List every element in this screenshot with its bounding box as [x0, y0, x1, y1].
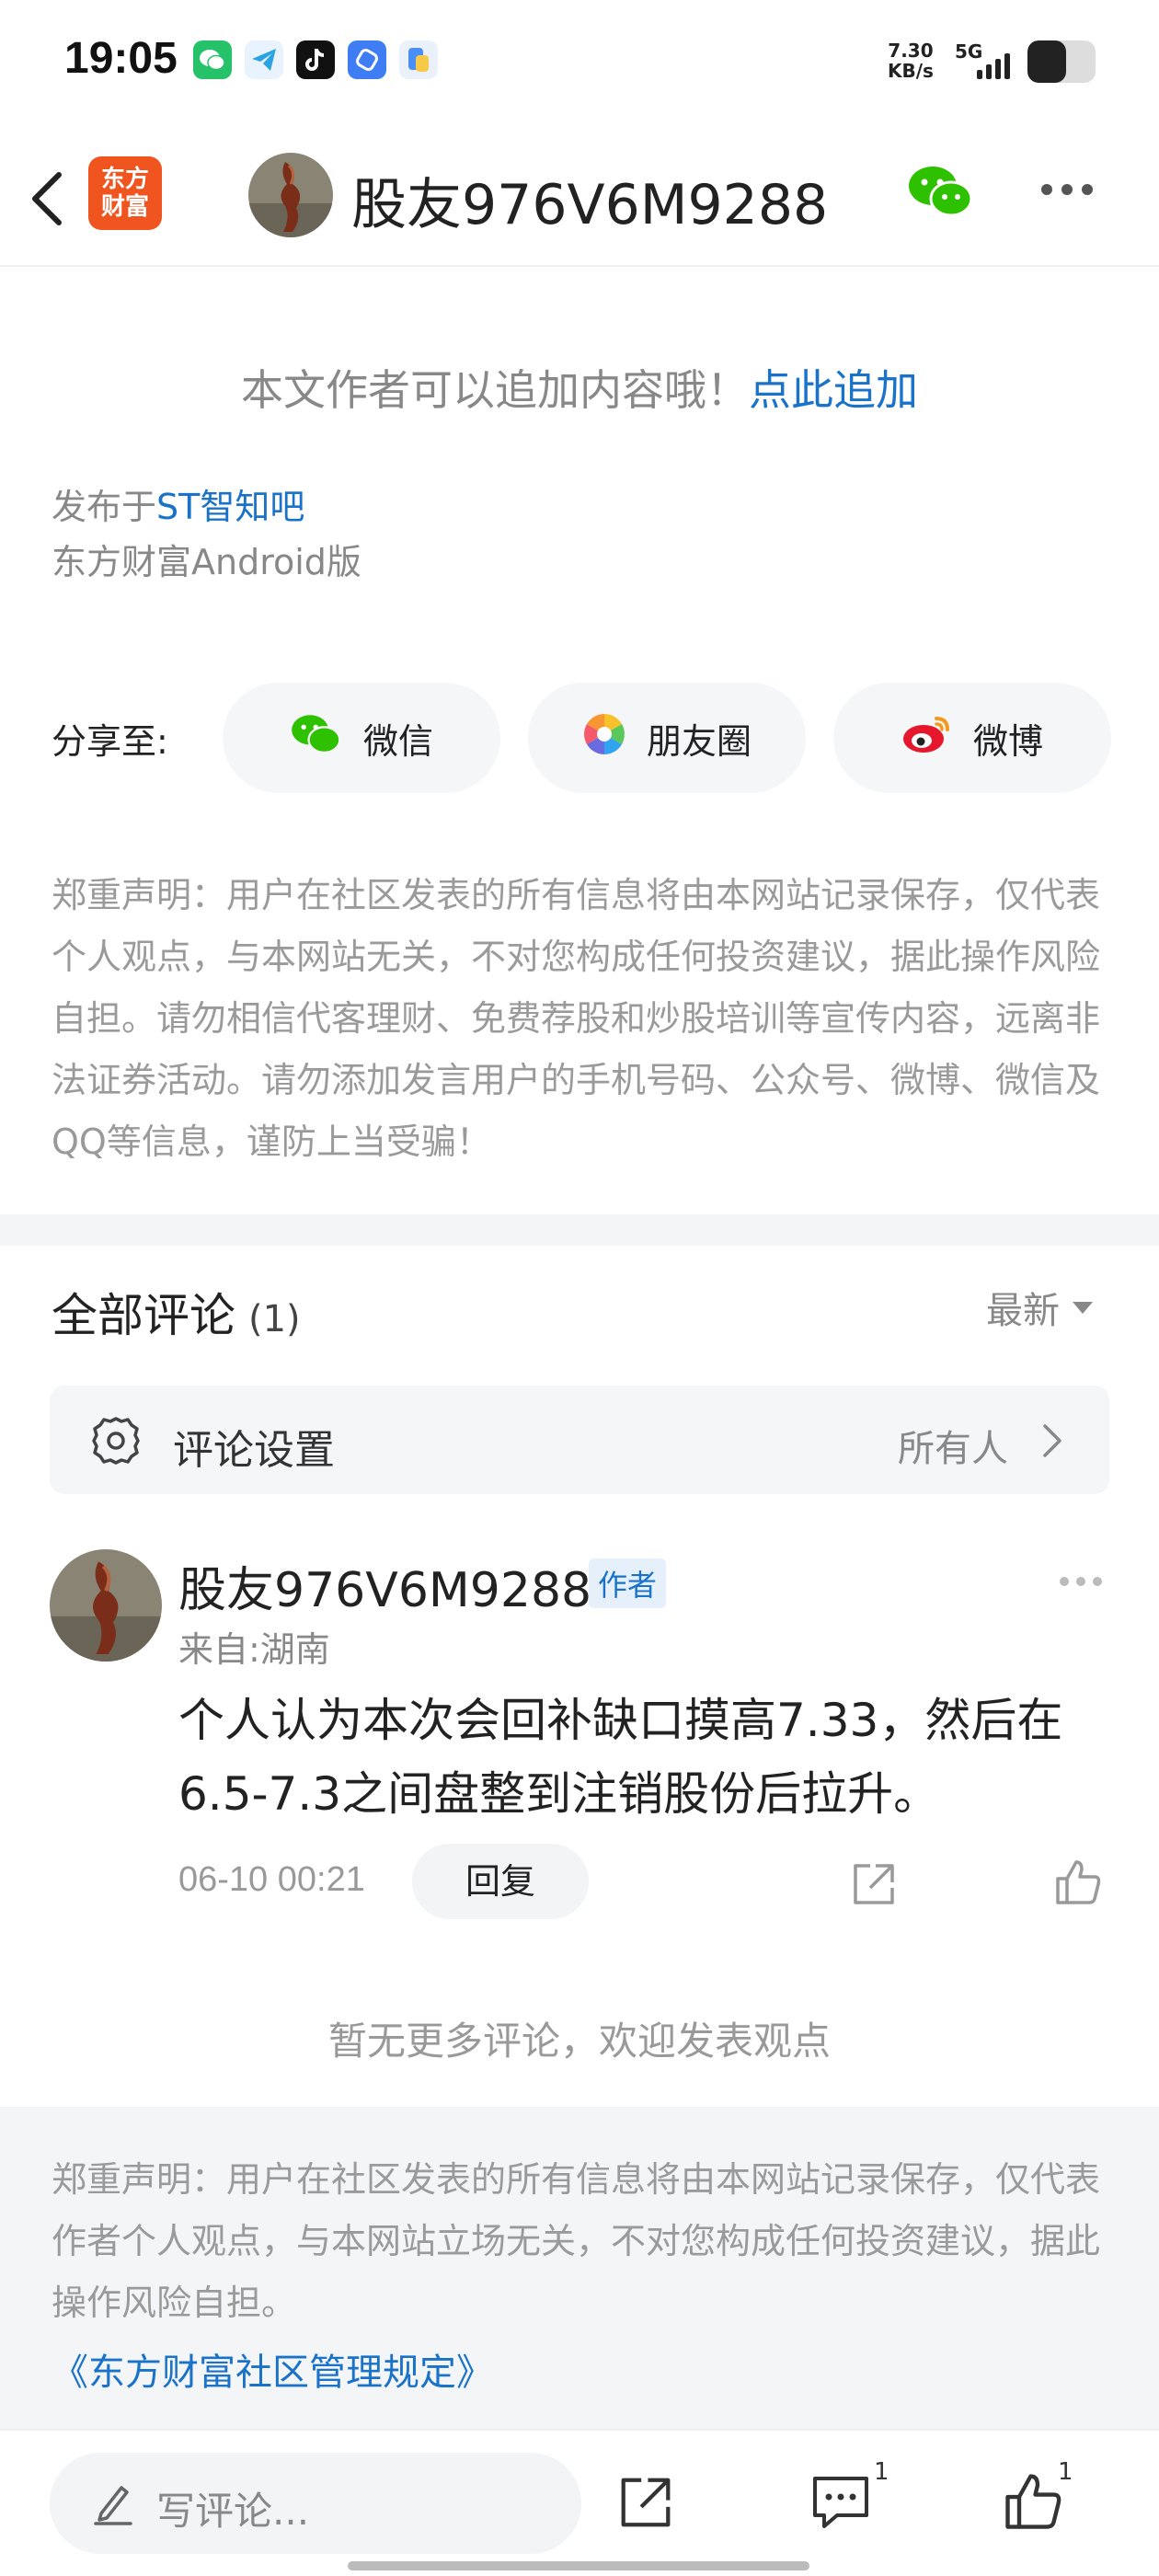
browser-icon	[348, 40, 386, 79]
wechat-icon	[193, 40, 232, 79]
home-indicator[interactable]	[348, 2561, 809, 2570]
gear-icon	[88, 1413, 143, 1472]
network-speed: 7.30 KB/s	[888, 40, 934, 81]
comment-username[interactable]: 股友976V6M9288	[178, 1551, 591, 1620]
share-label: 分享至:	[52, 721, 168, 762]
more-icon[interactable]	[1041, 184, 1093, 195]
comments-title: 全部评论	[52, 1289, 235, 1342]
comment-avatar[interactable]	[50, 1549, 162, 1662]
tiktok-icon	[296, 40, 335, 79]
reply-button[interactable]: 回复	[412, 1844, 589, 1919]
sort-label: 最新	[986, 1290, 1060, 1332]
comments-header: 全部评论 (1)	[52, 1279, 301, 1345]
disclaimer: 郑重声明：用户在社区发表的所有信息将由本网站记录保存，仅代表个人观点，与本网站无…	[52, 875, 1101, 1162]
published-in: 发布于ST智知吧	[52, 478, 304, 529]
logo-line1: 东方	[100, 166, 149, 193]
like-icon[interactable]	[1052, 1857, 1104, 1912]
comment-input-placeholder: 写评论...	[156, 2489, 310, 2534]
share-icon[interactable]	[614, 2471, 677, 2537]
telegram-icon	[245, 40, 283, 79]
section-divider	[0, 1214, 1159, 1246]
comment-settings-label: 评论设置	[173, 1427, 335, 1474]
share-wechat-button[interactable]: 微信	[223, 683, 500, 793]
signal-icon	[977, 46, 1010, 79]
comment-more-icon[interactable]	[1060, 1577, 1102, 1586]
comment-count-badge: 1	[874, 2458, 889, 2486]
client-info: 东方财富Android版	[52, 542, 361, 582]
share-weibo-label: 微博	[972, 720, 1043, 762]
wechat-icon[interactable]	[907, 164, 975, 223]
sort-dropdown[interactable]: 最新	[986, 1281, 1093, 1334]
append-link[interactable]: 点此追加	[749, 365, 918, 415]
moments-icon	[582, 712, 626, 765]
no-more-comments: 暂无更多评论，欢迎发表观点	[327, 2018, 831, 2064]
share-wechat-label: 微信	[362, 720, 433, 762]
network-speed-value: 7.30	[888, 40, 934, 62]
append-note-text: 本文作者可以追加内容哦！	[241, 365, 749, 415]
bottom-disclaimer: 郑重声明：用户在社区发表的所有信息将由本网站记录保存，仅代表作者个人观点，与本网…	[52, 2159, 1101, 2323]
files-icon	[399, 40, 438, 79]
caret-down-icon	[1073, 1301, 1093, 1314]
share-weibo-button[interactable]: 微博	[833, 683, 1111, 793]
share-icon[interactable]	[848, 1858, 900, 1914]
comments-count: (1)	[248, 1298, 301, 1340]
comment-settings-value: 所有人	[898, 1428, 1008, 1470]
back-icon[interactable]	[20, 155, 75, 237]
author-badge: 作者	[589, 1558, 667, 1608]
pencil-icon	[92, 2480, 136, 2530]
like-count-badge: 1	[1058, 2458, 1073, 2486]
battery-icon	[1027, 40, 1096, 83]
chevron-right-icon	[1038, 1420, 1065, 1465]
avatar[interactable]	[248, 153, 333, 237]
status-time: 19:05	[64, 34, 178, 83]
append-note: 本文作者可以追加内容哦！点此追加	[0, 357, 1159, 418]
community-rules-link[interactable]: 《东方财富社区管理规定》	[52, 2342, 493, 2396]
comment-input[interactable]: 写评论...	[50, 2453, 581, 2554]
comment-text: 个人认为本次会回补缺口摸高7.33，然后在6.5-7.3之间盘整到注销股份后拉升…	[178, 1694, 1063, 1821]
eastmoney-logo[interactable]: 东方 财富	[88, 156, 162, 230]
comment-icon[interactable]	[809, 2473, 872, 2537]
comment-settings[interactable]: 评论设置 所有人	[50, 1386, 1109, 1494]
like-icon[interactable]	[1001, 2469, 1065, 2537]
status-bar: 19:05 7.30 KB/s 5G	[0, 0, 1159, 129]
wechat-icon	[290, 713, 343, 764]
share-moments-button[interactable]: 朋友圈	[528, 683, 806, 793]
network-speed-unit: KB/s	[888, 60, 934, 82]
weibo-icon	[901, 713, 953, 764]
published-prefix: 发布于	[52, 487, 157, 527]
notification-icons	[193, 40, 438, 79]
share-moments-label: 朋友圈	[646, 720, 752, 762]
logo-line2: 财富	[100, 193, 149, 221]
comment-location: 来自:湖南	[178, 1629, 330, 1670]
header-username[interactable]: 股友976V6M9288	[351, 160, 828, 240]
bar-link[interactable]: ST智知吧	[156, 487, 304, 527]
comment-time: 06-10 00:21	[178, 1860, 365, 1899]
